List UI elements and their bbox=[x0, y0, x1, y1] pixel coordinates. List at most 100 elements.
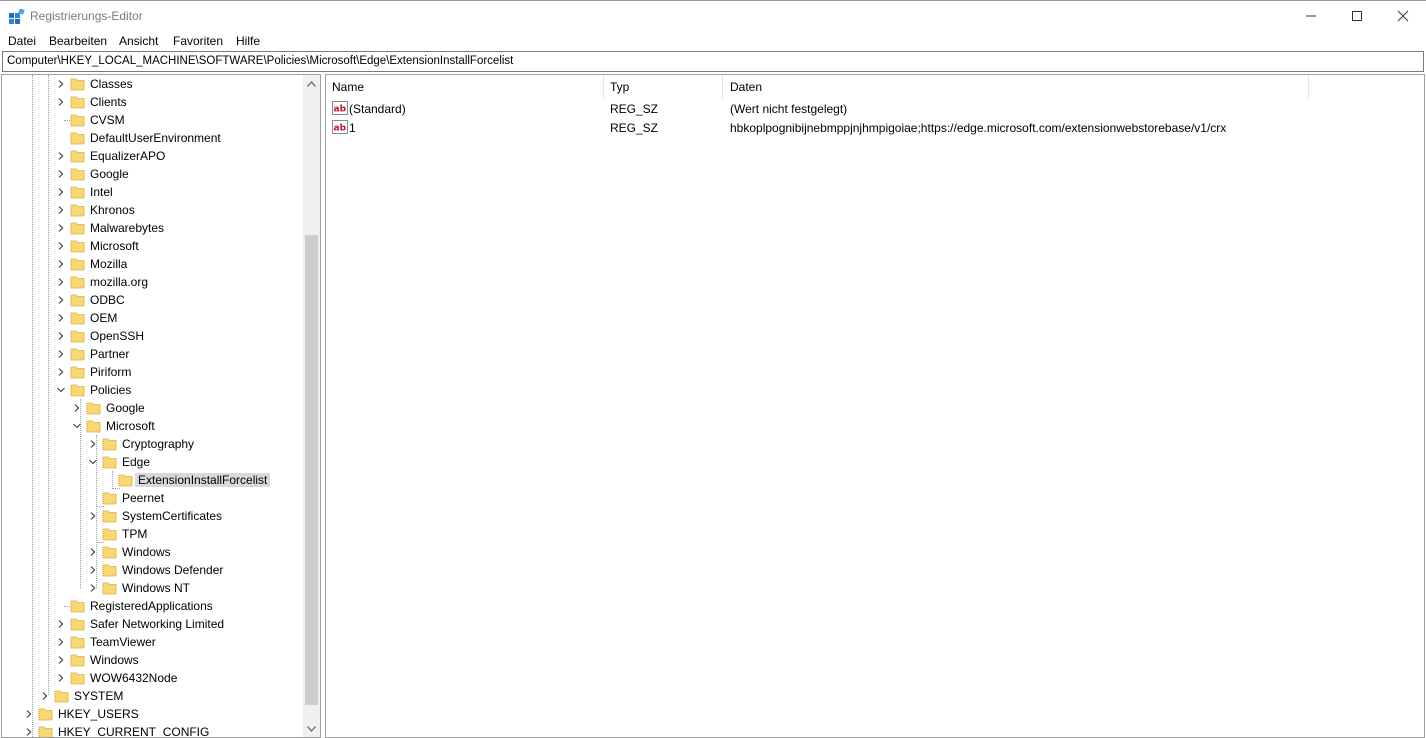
chevron-right-icon[interactable] bbox=[56, 240, 66, 250]
tree-item[interactable]: Mozilla bbox=[2, 255, 302, 273]
chevron-right-icon[interactable] bbox=[40, 690, 50, 700]
chevron-up-icon bbox=[307, 80, 316, 87]
value-row[interactable]: ab (Standard) REG_SZ (Wert nicht festgel… bbox=[326, 99, 1326, 118]
tree-item[interactable]: Malwarebytes bbox=[2, 219, 302, 237]
scroll-thumb[interactable] bbox=[305, 235, 318, 705]
chevron-right-icon[interactable] bbox=[56, 168, 66, 178]
chevron-right-icon[interactable] bbox=[56, 78, 66, 88]
value-row[interactable]: ab 1 REG_SZ hbkoplpognibijnebmppjnjhmpig… bbox=[326, 118, 1326, 137]
chevron-right-icon[interactable] bbox=[56, 654, 66, 664]
chevron-right-icon[interactable] bbox=[56, 366, 66, 376]
minimize-button[interactable] bbox=[1288, 1, 1334, 31]
tree-item[interactable]: Policies bbox=[2, 381, 302, 399]
chevron-right-icon[interactable] bbox=[56, 330, 66, 340]
tree-item[interactable]: HKEY_USERS bbox=[2, 705, 302, 723]
tree-item-label: ODBC bbox=[90, 293, 125, 307]
column-header-name[interactable]: Name bbox=[326, 75, 603, 99]
chevron-right-icon[interactable] bbox=[56, 150, 66, 160]
scroll-up-button[interactable] bbox=[303, 75, 320, 92]
tree-item[interactable]: CVSM bbox=[2, 111, 302, 129]
scroll-down-button[interactable] bbox=[303, 720, 320, 737]
menu-bearbeiten[interactable]: Bearbeiten bbox=[49, 34, 107, 48]
chevron-right-icon[interactable] bbox=[56, 204, 66, 214]
chevron-right-icon[interactable] bbox=[56, 294, 66, 304]
chevron-right-icon[interactable] bbox=[56, 618, 66, 628]
tree-item[interactable]: WOW6432Node bbox=[2, 669, 302, 687]
tree-item[interactable]: Windows bbox=[2, 651, 302, 669]
menu-datei[interactable]: Datei bbox=[8, 34, 36, 48]
key-tree[interactable]: Classes Clients CVSM DefaultUserEnvironment… bbox=[1, 74, 321, 738]
tree-item[interactable]: Windows Defender bbox=[2, 561, 302, 579]
tree-item[interactable]: Safer Networking Limited bbox=[2, 615, 302, 633]
chevron-right-icon[interactable] bbox=[56, 348, 66, 358]
chevron-right-icon[interactable] bbox=[88, 564, 98, 574]
tree-item[interactable]: Piriform bbox=[2, 363, 302, 381]
tree-item[interactable]: Windows bbox=[2, 543, 302, 561]
chevron-right-icon[interactable] bbox=[24, 708, 34, 718]
tree-item[interactable]: Cryptography bbox=[2, 435, 302, 453]
tree-item[interactable]: HKEY_CURRENT_CONFIG bbox=[2, 723, 302, 737]
tree-scrollbar[interactable] bbox=[303, 75, 320, 737]
maximize-button[interactable] bbox=[1334, 1, 1380, 31]
tree-item[interactable]: Khronos bbox=[2, 201, 302, 219]
menu-ansicht[interactable]: Ansicht bbox=[119, 34, 158, 48]
tree-item[interactable]: Google bbox=[2, 165, 302, 183]
tree-item[interactable]: Partner bbox=[2, 345, 302, 363]
tree-item-label: Google bbox=[90, 167, 129, 181]
tree-item[interactable]: Peernet bbox=[2, 489, 302, 507]
chevron-right-icon[interactable] bbox=[88, 546, 98, 556]
tree-item-label: Microsoft bbox=[90, 239, 139, 253]
tree-item[interactable]: OEM bbox=[2, 309, 302, 327]
tree-item[interactable]: Edge bbox=[2, 453, 302, 471]
address-bar[interactable]: Computer\HKEY_LOCAL_MACHINE\SOFTWARE\Pol… bbox=[2, 51, 1424, 72]
tree-item[interactable]: ExtensionInstallForcelist bbox=[2, 471, 302, 489]
column-header-daten[interactable]: Daten bbox=[724, 75, 1308, 99]
tree-item[interactable]: DefaultUserEnvironment bbox=[2, 129, 302, 147]
chevron-right-icon[interactable] bbox=[56, 276, 66, 286]
chevron-right-icon[interactable] bbox=[56, 672, 66, 682]
tree-item[interactable]: Microsoft bbox=[2, 237, 302, 255]
tree-item-label: Google bbox=[106, 401, 145, 415]
tree-item-label: Intel bbox=[90, 185, 113, 199]
tree-item[interactable]: EqualizerAPO bbox=[2, 147, 302, 165]
chevron-right-icon[interactable] bbox=[56, 258, 66, 268]
chevron-right-icon[interactable] bbox=[24, 726, 34, 736]
menu-favoriten[interactable]: Favoriten bbox=[173, 34, 223, 48]
column-header-typ[interactable]: Typ bbox=[604, 75, 722, 99]
tree-item[interactable]: RegisteredApplications bbox=[2, 597, 302, 615]
tree-item[interactable]: Google bbox=[2, 399, 302, 417]
tree-item[interactable]: mozilla.org bbox=[2, 273, 302, 291]
tree-item[interactable]: Windows NT bbox=[2, 579, 302, 597]
chevron-right-icon[interactable] bbox=[56, 96, 66, 106]
tree-item-label: Clients bbox=[90, 95, 127, 109]
tree-item[interactable]: TPM bbox=[2, 525, 302, 543]
tree-item[interactable]: SystemCertificates bbox=[2, 507, 302, 525]
tree-item[interactable]: OpenSSH bbox=[2, 327, 302, 345]
chevron-down-icon[interactable] bbox=[72, 420, 82, 430]
folder-icon bbox=[70, 148, 86, 164]
menu-hilfe[interactable]: Hilfe bbox=[236, 34, 260, 48]
chevron-down-icon[interactable] bbox=[56, 384, 66, 394]
tree-item[interactable]: SYSTEM bbox=[2, 687, 302, 705]
column-divider[interactable] bbox=[1308, 75, 1309, 99]
tree-item[interactable]: Intel bbox=[2, 183, 302, 201]
chevron-right-icon[interactable] bbox=[56, 222, 66, 232]
tree-item[interactable]: Microsoft bbox=[2, 417, 302, 435]
values-list[interactable]: Name Typ Daten ab (Standard) REG_SZ (Wer… bbox=[325, 74, 1425, 738]
close-icon bbox=[1397, 10, 1409, 22]
chevron-right-icon[interactable] bbox=[56, 636, 66, 646]
chevron-right-icon[interactable] bbox=[88, 510, 98, 520]
chevron-right-icon[interactable] bbox=[56, 312, 66, 322]
chevron-down-icon bbox=[307, 725, 316, 732]
chevron-right-icon[interactable] bbox=[72, 402, 82, 412]
tree-item[interactable]: ODBC bbox=[2, 291, 302, 309]
column-divider[interactable] bbox=[722, 75, 723, 99]
tree-item[interactable]: Classes bbox=[2, 75, 302, 93]
chevron-down-icon[interactable] bbox=[88, 456, 98, 466]
tree-item[interactable]: TeamViewer bbox=[2, 633, 302, 651]
close-button[interactable] bbox=[1380, 1, 1426, 31]
tree-item[interactable]: Clients bbox=[2, 93, 302, 111]
chevron-right-icon[interactable] bbox=[88, 438, 98, 448]
chevron-right-icon[interactable] bbox=[88, 582, 98, 592]
chevron-right-icon[interactable] bbox=[56, 186, 66, 196]
